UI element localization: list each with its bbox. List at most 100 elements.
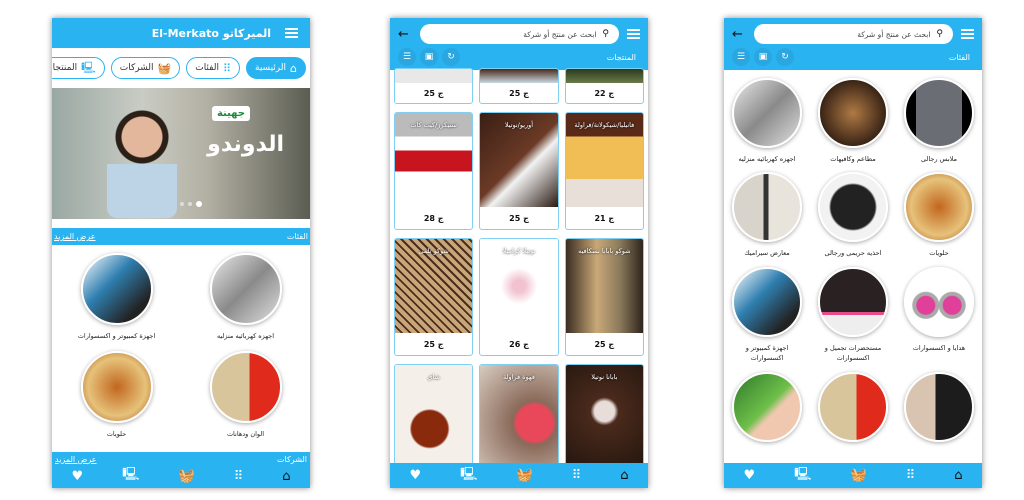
category-image bbox=[904, 266, 974, 337]
devices-icon: 🖳 bbox=[81, 60, 96, 74]
devices-icon[interactable]: 🖳 bbox=[122, 465, 139, 487]
category-item[interactable]: حلويات bbox=[896, 172, 982, 258]
category-item[interactable]: معارض سيراميك bbox=[724, 172, 810, 258]
grid-icon: ⠿ bbox=[222, 61, 232, 75]
product-card[interactable]: سنيكرز/كيت كات 28 ج bbox=[394, 112, 474, 230]
refresh-icon[interactable]: ↻ bbox=[442, 48, 460, 66]
categories-grid: ملابس رجالى مطاعم وكافيهات اجهزه كهربائيه … bbox=[724, 70, 982, 448]
category-item[interactable]: مطاعم وكافيهات bbox=[810, 78, 896, 164]
search-input[interactable]: ابحث عن منتج أو شركة ⚲ bbox=[420, 24, 619, 44]
product-image: سنيكرز/كيت كات bbox=[395, 113, 473, 207]
search-icon[interactable]: ⚲ bbox=[602, 29, 609, 39]
product-image: أوريو/نوتيلا bbox=[480, 113, 558, 207]
product-card[interactable]: 25 ج bbox=[479, 68, 559, 104]
pill-categories[interactable]: ⠿ الفئات bbox=[186, 57, 241, 79]
category-item[interactable] bbox=[724, 371, 810, 448]
image-view-icon[interactable]: ▣ bbox=[420, 48, 438, 66]
pill-companies[interactable]: 🧺 الشركات bbox=[110, 57, 181, 79]
categories-header: ← ابحث عن منتج أو شركة ⚲ ☰ ▣ ↻ الفئات bbox=[724, 18, 982, 70]
category-item[interactable]: الوان ودهانات bbox=[181, 351, 310, 439]
home-icon[interactable]: ⌂ bbox=[282, 469, 290, 484]
category-item[interactable]: مستحضرات تجميل و اكسسوارات bbox=[810, 266, 896, 364]
companies-see-more-link[interactable]: عرض المزيد bbox=[55, 455, 97, 464]
grid-icon[interactable]: ⠿ bbox=[572, 468, 582, 483]
category-item[interactable]: احذيه حريمى ورجالى bbox=[810, 172, 896, 258]
pill-home[interactable]: ⌂ الرئيسية bbox=[246, 57, 306, 79]
product-card[interactable]: شوكو بابانا نسكافيه 25 ج bbox=[564, 238, 644, 356]
category-image bbox=[732, 78, 802, 148]
products-screen: ← ابحث عن منتج أو شركة ⚲ ☰ ▣ ↻ المنتجات 2… bbox=[390, 18, 648, 488]
menu-icon[interactable] bbox=[961, 29, 974, 39]
heart-icon[interactable]: ♥ bbox=[72, 469, 84, 484]
product-title: نوتيلا كراميلا bbox=[502, 247, 536, 255]
category-name: اجهزه كهربائيه منزليه bbox=[216, 332, 275, 340]
product-price: 25 ج bbox=[423, 88, 444, 98]
home-icon[interactable]: ⌂ bbox=[620, 468, 628, 483]
back-arrow-icon[interactable]: ← bbox=[732, 27, 746, 42]
product-image bbox=[480, 69, 558, 83]
category-name: الوان ودهانات bbox=[226, 430, 265, 439]
basket-icon[interactable]: 🧺 bbox=[179, 469, 195, 484]
carousel-dot[interactable] bbox=[180, 202, 184, 206]
product-card[interactable]: أوريو/نوتيلا 25 ج bbox=[479, 112, 559, 230]
banner-image bbox=[107, 110, 177, 218]
home-icon[interactable]: ⌂ bbox=[954, 468, 962, 483]
category-image bbox=[80, 351, 153, 424]
devices-icon[interactable]: 🖳 bbox=[794, 465, 811, 487]
refresh-icon[interactable]: ↻ bbox=[776, 48, 794, 66]
section-title: الشركات bbox=[277, 454, 307, 464]
category-image bbox=[904, 172, 974, 243]
grid-icon[interactable]: ⠿ bbox=[234, 469, 244, 484]
basket-icon[interactable]: 🧺 bbox=[517, 468, 533, 483]
category-image bbox=[732, 172, 802, 243]
list-view-icon[interactable]: ☰ bbox=[732, 48, 750, 66]
product-price: 26 ج bbox=[509, 339, 529, 349]
home-icon: ⌂ bbox=[290, 61, 297, 75]
category-item[interactable]: هدايا و اكسسوارات bbox=[896, 266, 982, 364]
carousel-dot[interactable] bbox=[188, 202, 192, 206]
menu-icon[interactable] bbox=[627, 29, 640, 39]
product-title: قهوة فراولة bbox=[502, 373, 536, 381]
companies-section-header: عرض المزيد الشركات bbox=[52, 452, 310, 464]
search-icon[interactable]: ⚲ bbox=[936, 29, 943, 39]
product-price: 25 ج bbox=[509, 88, 529, 98]
search-input[interactable]: ابحث عن منتج أو شركة ⚲ bbox=[754, 24, 953, 44]
bottom-nav: ♥ 🖳 🧺 ⠿ ⌂ bbox=[390, 463, 648, 488]
category-item[interactable] bbox=[810, 371, 896, 448]
category-item[interactable]: اجهزه كهربائيه منزليه bbox=[724, 78, 810, 164]
category-image bbox=[209, 351, 282, 424]
devices-icon[interactable]: 🖳 bbox=[460, 465, 477, 487]
carousel-dot-active[interactable] bbox=[196, 201, 202, 207]
category-name: مستحضرات تجميل و اكسسوارات bbox=[824, 343, 882, 363]
category-item[interactable] bbox=[896, 371, 982, 448]
category-item[interactable]: اجهزة كمبيوتر و اكسسوارات bbox=[724, 266, 810, 364]
back-arrow-icon[interactable]: ← bbox=[398, 27, 412, 42]
section-title: الفئات bbox=[286, 232, 308, 241]
grid-icon[interactable]: ⠿ bbox=[906, 468, 916, 483]
heart-icon[interactable]: ♥ bbox=[410, 468, 422, 483]
categories-grid: اجهزه كهربائيه منزليه اجهزة كمبيوتر و اكس… bbox=[52, 245, 310, 440]
see-more-link[interactable]: عرض المزيد bbox=[54, 232, 96, 241]
product-card[interactable]: نوتيلا كراميلا 26 ج bbox=[479, 238, 559, 356]
promo-banner[interactable]: جهينة الدوندو bbox=[52, 88, 310, 219]
product-card[interactable]: شوكو تلمى 25 ج bbox=[394, 238, 474, 356]
product-card[interactable]: 22 ج bbox=[564, 68, 644, 104]
heart-icon[interactable]: ♥ bbox=[744, 468, 756, 483]
product-card[interactable]: فانيليا/شيكولاتة/فراولة 21 ج bbox=[564, 112, 644, 230]
category-item[interactable]: حلويات bbox=[52, 351, 181, 439]
pill-products[interactable]: 🖳المنتجات bbox=[52, 57, 105, 79]
category-name: اجهزة كمبيوتر و اكسسوارات bbox=[77, 332, 156, 340]
category-item[interactable]: اجهزة كمبيوتر و اكسسوارات bbox=[52, 253, 181, 341]
app-title: El-Merkato الميركاتو bbox=[151, 26, 271, 40]
basket-icon[interactable]: 🧺 bbox=[851, 468, 867, 483]
category-name: ملابس رجالى bbox=[920, 155, 958, 163]
category-item[interactable]: اجهزه كهربائيه منزليه bbox=[181, 253, 310, 341]
category-name: حلويات bbox=[929, 249, 949, 258]
product-card[interactable]: 25 ج bbox=[394, 68, 474, 104]
list-view-icon[interactable]: ☰ bbox=[398, 48, 416, 66]
image-view-icon[interactable]: ▣ bbox=[754, 48, 772, 66]
category-item[interactable]: ملابس رجالى bbox=[896, 78, 982, 164]
product-title: بابانا نوتيلا bbox=[591, 373, 618, 381]
category-image bbox=[732, 266, 802, 337]
menu-icon[interactable] bbox=[285, 28, 298, 38]
